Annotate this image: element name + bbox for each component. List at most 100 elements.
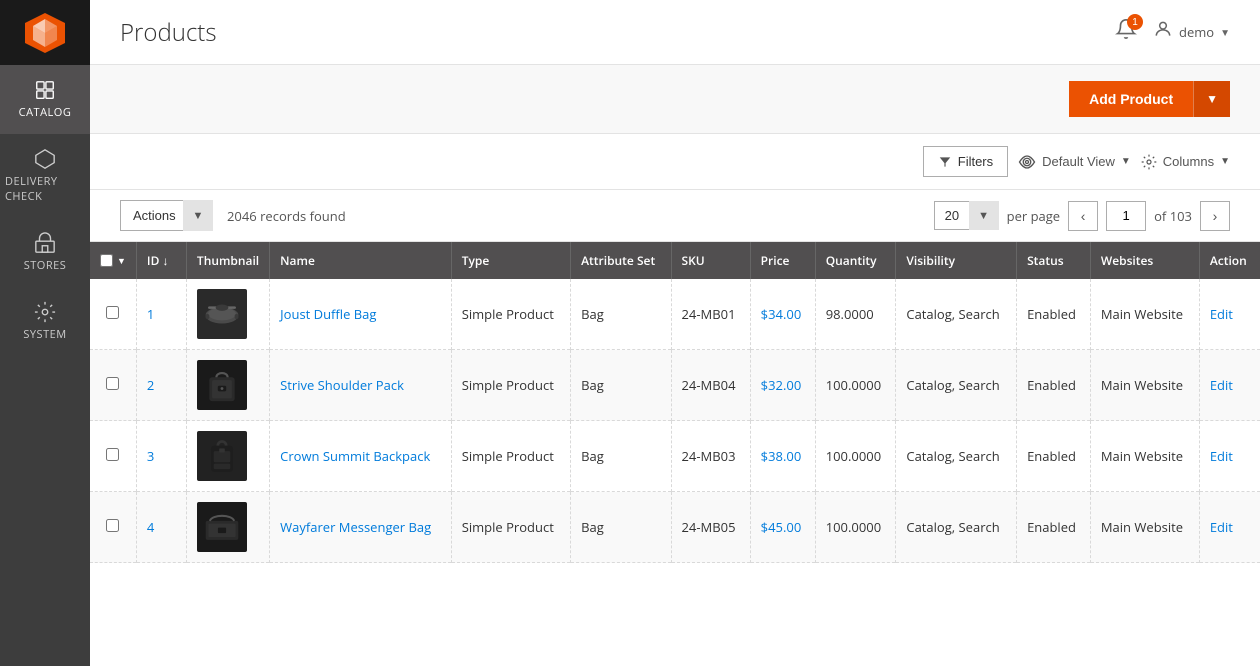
user-menu-chevron: ▼ xyxy=(1220,25,1230,39)
td-id[interactable]: 2 xyxy=(136,350,186,421)
row-checkbox[interactable] xyxy=(106,306,119,319)
td-quantity: 100.0000 xyxy=(815,492,896,563)
td-type: Simple Product xyxy=(451,350,570,421)
sidebar-item-stores[interactable]: STORES xyxy=(0,218,90,287)
actions-select-wrapper: Actions ▼ xyxy=(120,200,213,231)
td-name[interactable]: Joust Duffle Bag xyxy=(270,279,452,350)
product-thumbnail xyxy=(197,289,247,339)
td-sku: 24-MB01 xyxy=(671,279,750,350)
th-price[interactable]: Price xyxy=(750,242,815,279)
td-price: $38.00 xyxy=(750,421,815,492)
td-name[interactable]: Crown Summit Backpack xyxy=(270,421,452,492)
columns-button[interactable]: Columns ▼ xyxy=(1141,154,1230,170)
th-attribute-set[interactable]: Attribute Set xyxy=(571,242,671,279)
td-quantity: 100.0000 xyxy=(815,350,896,421)
product-thumbnail xyxy=(197,360,247,410)
td-checkbox xyxy=(90,421,136,492)
sidebar-catalog-label: CATALOG xyxy=(19,105,72,120)
actions-select[interactable]: Actions xyxy=(120,200,213,231)
td-type: Simple Product xyxy=(451,279,570,350)
td-visibility: Catalog, Search xyxy=(896,350,1017,421)
default-view-button[interactable]: Default View ▼ xyxy=(1018,154,1131,169)
product-thumbnail xyxy=(197,502,247,552)
td-id[interactable]: 3 xyxy=(136,421,186,492)
td-thumbnail xyxy=(186,279,269,350)
td-action[interactable]: Edit xyxy=(1199,279,1260,350)
sidebar-item-system[interactable]: SYSTEM xyxy=(0,287,90,356)
td-id[interactable]: 1 xyxy=(136,279,186,350)
td-checkbox xyxy=(90,279,136,350)
logo[interactable] xyxy=(0,0,90,65)
td-quantity: 98.0000 xyxy=(815,279,896,350)
td-status: Enabled xyxy=(1017,492,1091,563)
th-status[interactable]: Status xyxy=(1017,242,1091,279)
th-visibility[interactable]: Visibility xyxy=(896,242,1017,279)
td-status: Enabled xyxy=(1017,350,1091,421)
row-checkbox[interactable] xyxy=(106,377,119,390)
sidebar-item-delivery[interactable]: DELIVERY CHECK xyxy=(0,134,90,218)
records-bar: Actions ▼ 2046 records found 20 50 100 ▼… xyxy=(90,190,1260,242)
td-thumbnail xyxy=(186,421,269,492)
default-view-label: Default View xyxy=(1042,154,1115,169)
page-title: Products xyxy=(120,16,217,49)
td-status: Enabled xyxy=(1017,279,1091,350)
filters-button[interactable]: Filters xyxy=(923,146,1008,177)
products-table-wrapper: ▼ ID ↓ Thumbnail Name Type Attribute Set… xyxy=(90,242,1260,666)
td-checkbox xyxy=(90,350,136,421)
delivery-icon xyxy=(34,148,56,170)
td-type: Simple Product xyxy=(451,492,570,563)
td-price: $32.00 xyxy=(750,350,815,421)
td-name[interactable]: Strive Shoulder Pack xyxy=(270,350,452,421)
add-product-dropdown-button[interactable]: ▼ xyxy=(1193,81,1230,117)
current-page-input[interactable] xyxy=(1106,201,1146,231)
of-pages: of 103 xyxy=(1154,207,1192,225)
next-page-button[interactable]: › xyxy=(1200,201,1230,231)
filter-icon xyxy=(938,155,952,169)
th-name[interactable]: Name xyxy=(270,242,452,279)
td-action[interactable]: Edit xyxy=(1199,421,1260,492)
per-page-label: per page xyxy=(1007,207,1060,225)
user-avatar-icon xyxy=(1153,19,1173,45)
stores-icon xyxy=(34,232,56,254)
sidebar: CATALOG DELIVERY CHECK STORES SYSTEM xyxy=(0,0,90,666)
add-product-button[interactable]: Add Product xyxy=(1069,81,1193,117)
th-id[interactable]: ID ↓ xyxy=(136,242,186,279)
th-websites[interactable]: Websites xyxy=(1090,242,1199,279)
th-quantity[interactable]: Quantity xyxy=(815,242,896,279)
th-checkbox: ▼ xyxy=(90,242,136,279)
table-header-row: ▼ ID ↓ Thumbnail Name Type Attribute Set… xyxy=(90,242,1260,279)
td-websites: Main Website xyxy=(1090,421,1199,492)
th-action: Action xyxy=(1199,242,1260,279)
td-action[interactable]: Edit xyxy=(1199,492,1260,563)
td-action[interactable]: Edit xyxy=(1199,350,1260,421)
notification-button[interactable]: 1 xyxy=(1115,18,1137,46)
th-checkbox-arrow[interactable]: ▼ xyxy=(117,254,126,267)
select-all-checkbox[interactable] xyxy=(100,254,113,267)
td-websites: Main Website xyxy=(1090,279,1199,350)
row-checkbox[interactable] xyxy=(106,448,119,461)
sidebar-delivery-label: DELIVERY CHECK xyxy=(5,174,85,204)
td-sku: 24-MB05 xyxy=(671,492,750,563)
system-icon xyxy=(34,301,56,323)
td-name[interactable]: Wayfarer Messenger Bag xyxy=(270,492,452,563)
sidebar-item-catalog[interactable]: CATALOG xyxy=(0,65,90,134)
td-quantity: 100.0000 xyxy=(815,421,896,492)
td-price: $45.00 xyxy=(750,492,815,563)
th-sku[interactable]: SKU xyxy=(671,242,750,279)
th-type[interactable]: Type xyxy=(451,242,570,279)
table-row: 3 Crown Summit Backpack Simple Product B… xyxy=(90,421,1260,492)
row-checkbox[interactable] xyxy=(106,519,119,532)
prev-page-button[interactable]: ‹ xyxy=(1068,201,1098,231)
td-attribute-set: Bag xyxy=(571,350,671,421)
td-id[interactable]: 4 xyxy=(136,492,186,563)
td-checkbox xyxy=(90,492,136,563)
table-row: 1 Joust Duffle Bag Simple Product Bag 24… xyxy=(90,279,1260,350)
product-thumbnail xyxy=(197,431,247,481)
td-visibility: Catalog, Search xyxy=(896,492,1017,563)
per-page-select[interactable]: 20 50 100 xyxy=(934,201,999,230)
td-attribute-set: Bag xyxy=(571,421,671,492)
user-menu[interactable]: demo ▼ xyxy=(1153,19,1230,45)
td-thumbnail xyxy=(186,492,269,563)
td-sku: 24-MB03 xyxy=(671,421,750,492)
filters-label: Filters xyxy=(958,154,993,169)
